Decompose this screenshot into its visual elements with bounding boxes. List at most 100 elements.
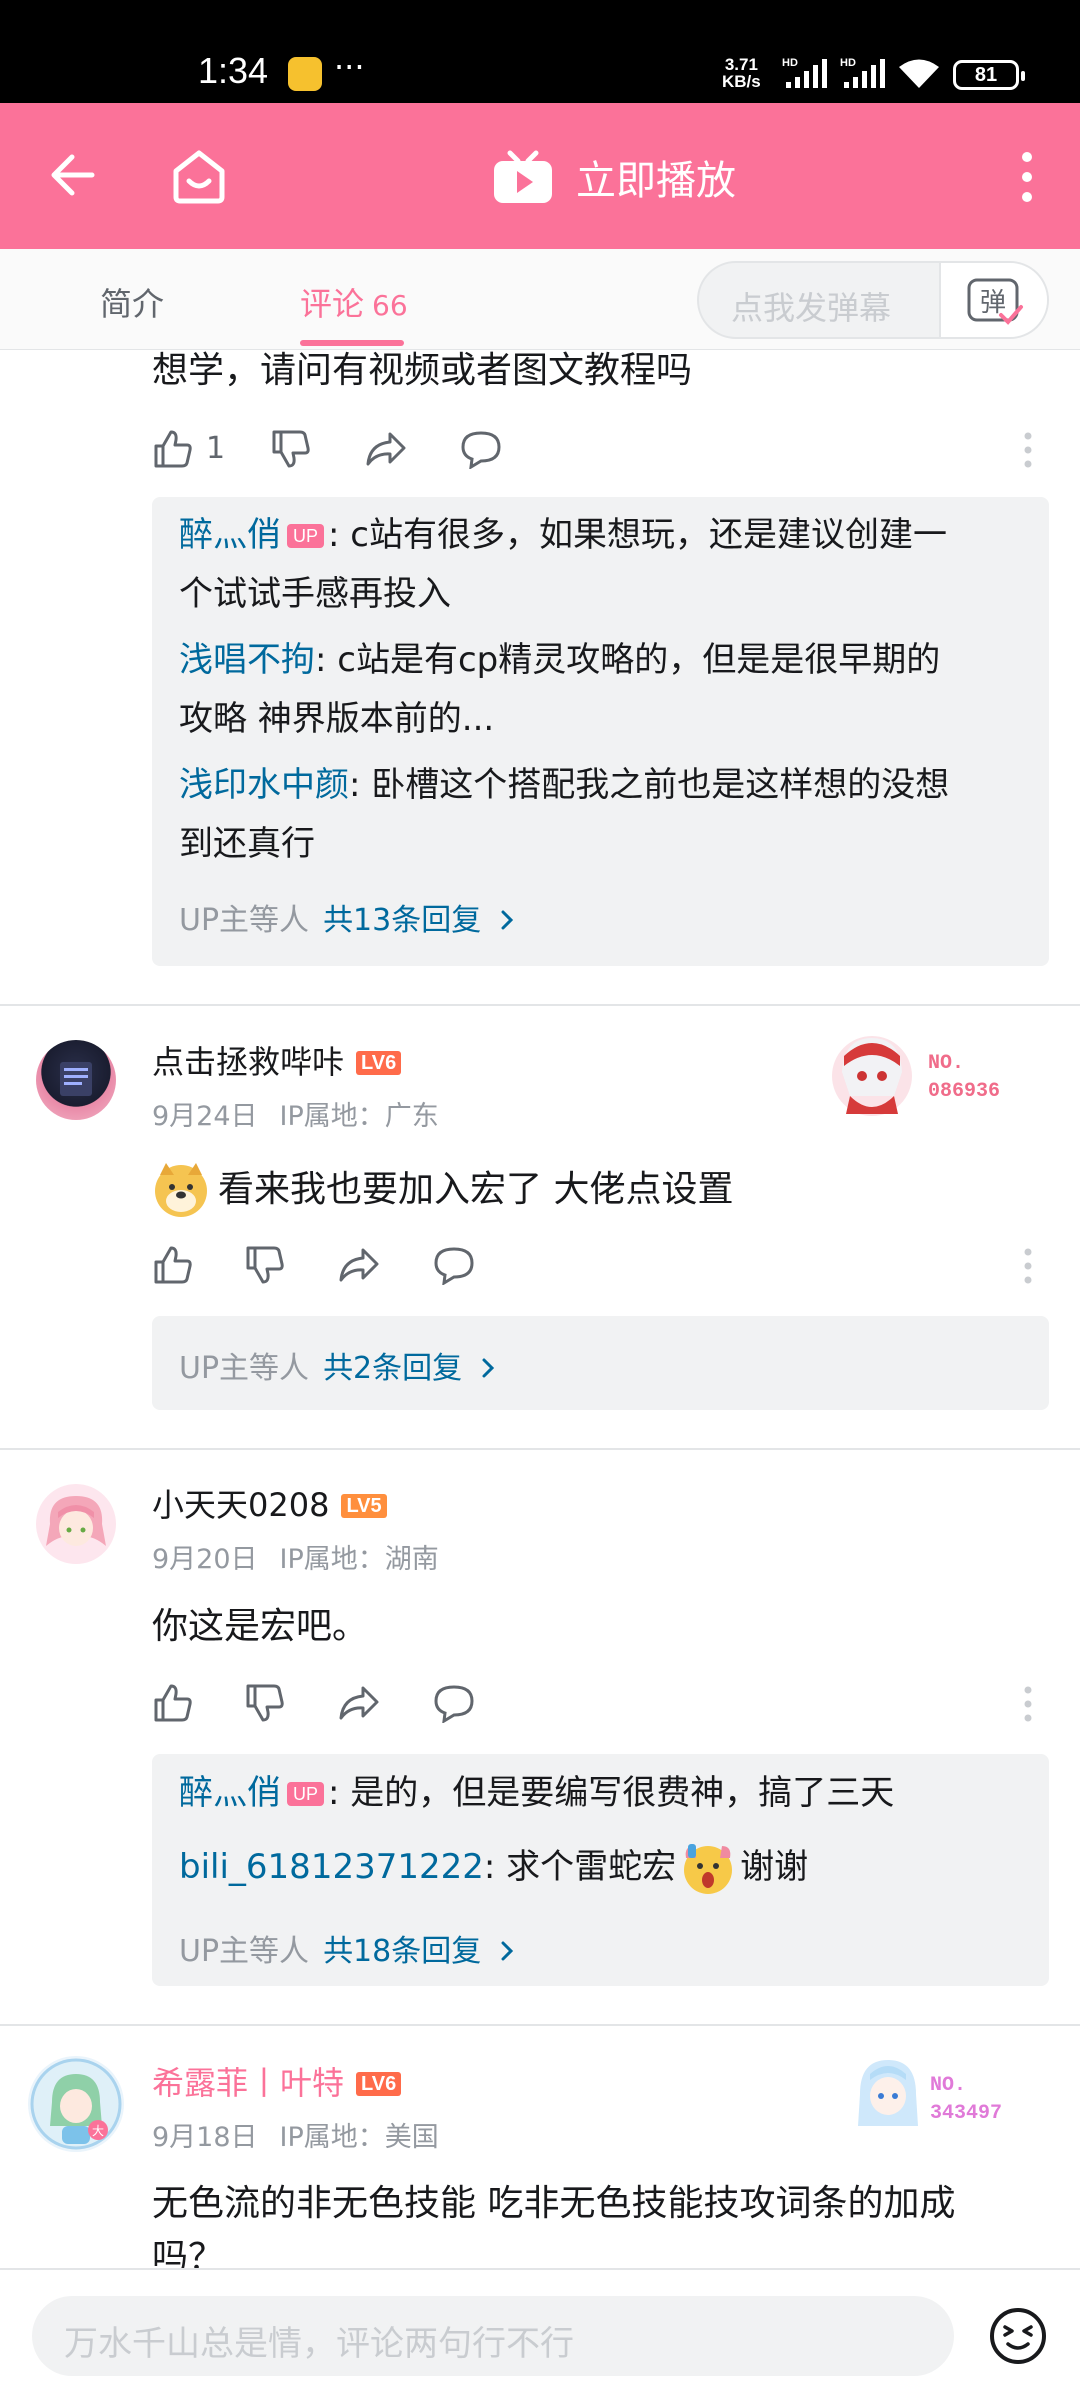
avatar-image — [46, 1496, 106, 1546]
comment-input[interactable]: 万水千山总是情，评论两句行不行 — [32, 2296, 954, 2376]
reply-footer-prefix: UP主等人 — [179, 1351, 310, 1386]
signal-icon: HD — [782, 57, 827, 88]
reply-footer[interactable]: UP主等人 共13条回复 — [179, 895, 515, 939]
comment-ip: IP属地：美国 — [279, 2122, 439, 2153]
level-badge: LV5 — [341, 1494, 387, 1518]
like-icon[interactable] — [152, 1244, 194, 1286]
reply-item[interactable]: 醉灬俏 UP: c站有很多，如果想玩，还是建议创建一 个试试手感再投入 — [179, 506, 1019, 624]
reply-item[interactable]: bili_61812371222: 求个雷蛇宏 谢谢 — [179, 1838, 1019, 1897]
signal-1-label: HD — [782, 57, 798, 69]
comment-meta: 9月24日 IP属地：广东 — [152, 1094, 439, 1133]
view-replies-link[interactable]: 共13条回复 — [323, 903, 481, 938]
avatar[interactable] — [36, 1484, 116, 1564]
fan-number-badge: NO. 086936 — [928, 1050, 1000, 1106]
reply-username[interactable]: 浅唱不拘 — [179, 640, 315, 680]
fan-number-value: 343497 — [930, 2102, 1003, 2125]
comment-divider — [0, 1004, 1080, 1006]
network-speed: 3.71 KB/s — [722, 56, 761, 90]
home-icon[interactable] — [168, 147, 230, 205]
share-icon[interactable] — [337, 1682, 381, 1724]
up-badge: UP — [287, 1782, 325, 1806]
reply-text: : 是的，但是要编写很费神，搞了三天 — [328, 1773, 895, 1813]
danmaku-icon: 弹 — [967, 278, 1023, 325]
shock-emoji — [684, 1843, 733, 1894]
avatar-image — [60, 1062, 92, 1096]
comment-username[interactable]: 小天天0208 LV5 — [152, 1480, 387, 1526]
fan-badge-image — [858, 2060, 918, 2126]
reply-preview-box[interactable]: UP主等人 共2条回复 — [152, 1316, 1049, 1410]
reply-username[interactable]: 醉灬俏 — [179, 1773, 281, 1813]
comment-content: 看来我也要加入宏了 大佬点设置 — [152, 1158, 733, 1222]
reply-footer[interactable]: UP主等人 共18条回复 — [179, 1926, 515, 1970]
tab-comments[interactable]: 评论 66 — [300, 279, 408, 325]
reply-item[interactable]: 浅印水中颜: 卧槽这个搭配我之前也是这样想的没想 到还真行 — [179, 756, 1019, 874]
comment-input-bar: 万水千山总是情，评论两句行不行 — [0, 2268, 1080, 2400]
comment-username-text: 点击拯救哔咔 — [152, 1043, 345, 1081]
comment-username[interactable]: 希露菲丨叶特 LV6 — [152, 2058, 402, 2104]
level-badge: LV6 — [356, 1051, 402, 1075]
danmaku-input[interactable]: 点我发弹幕 弹 — [697, 261, 1049, 339]
status-time: 1:34 — [198, 50, 269, 91]
comment-divider — [0, 2024, 1080, 2026]
status-bar: 1:34 ··· 3.71 KB/s HD HD 81 — [0, 0, 1080, 103]
level-badge: LV6 — [356, 2072, 402, 2096]
share-icon[interactable] — [337, 1244, 381, 1286]
comment-date: 9月20日 — [152, 1544, 258, 1575]
reply-icon[interactable] — [432, 1245, 476, 1285]
more-vertical-icon[interactable] — [1012, 149, 1042, 205]
comment-text-line1: 无色流的非无色技能 吃非无色技能技攻词条的加成 — [152, 2183, 956, 2224]
reply-text: : 卧槽这个搭配我之前也是这样想的没想 — [349, 765, 950, 805]
comment-text: 无色流的非无色技能 吃非无色技能技攻词条的加成 吗？ — [152, 2177, 1052, 2268]
comment-username-text: 希露菲丨叶特 — [152, 2064, 345, 2102]
comment-username[interactable]: 点击拯救哔咔 LV6 — [152, 1037, 402, 1083]
tab-intro[interactable]: 简介 — [100, 279, 164, 325]
arrow-left-icon[interactable] — [48, 145, 100, 205]
signal-icon-2: HD — [840, 57, 885, 88]
reply-preview-box[interactable]: 醉灬俏 UP: 是的，但是要编写很费神，搞了三天 bili_61812371222… — [152, 1754, 1049, 1986]
comment-date: 9月18日 — [152, 2122, 258, 2153]
reply-username[interactable]: 醉灬俏 — [179, 515, 281, 555]
reply-text-cont: 到还真行 — [179, 824, 315, 864]
tv-play-icon — [494, 150, 552, 203]
reply-item[interactable]: 浅唱不拘: c站是有cp精灵攻略的，但是是很早期的 攻略 神界版本前的... — [179, 631, 1019, 749]
reply-text-cont: 个试试手感再投入 — [179, 574, 451, 614]
comment-more-icon[interactable] — [1023, 1246, 1033, 1286]
view-replies-link[interactable]: 共2条回复 — [323, 1351, 462, 1386]
avatar[interactable]: 大 — [28, 2056, 124, 2152]
reply-footer[interactable]: UP主等人 共2条回复 — [179, 1343, 496, 1387]
view-replies-link[interactable]: 共18条回复 — [323, 1934, 481, 1969]
fan-badge-avatar[interactable] — [846, 2050, 930, 2134]
reply-preview-box-full[interactable]: 醉灬俏 UP: c站有很多，如果想玩，还是建议创建一 个试试手感再投入 浅唱不拘:… — [152, 497, 1049, 966]
chevron-right-icon — [482, 1358, 494, 1378]
comment-ip: IP属地：广东 — [279, 1101, 439, 1132]
fan-badge-image — [832, 1036, 912, 1116]
comment-text: 你这是宏吧。 — [152, 1606, 369, 1647]
dislike-icon[interactable] — [244, 1244, 286, 1286]
reply-username[interactable]: bili_61812371222 — [179, 1838, 484, 1897]
emoji-icon[interactable] — [988, 2306, 1048, 2366]
danmaku-toggle-button[interactable]: 弹 — [939, 263, 1047, 337]
reply-username[interactable]: 浅印水中颜 — [179, 765, 349, 805]
dislike-icon[interactable] — [244, 1682, 286, 1724]
reply-text-cont: 攻略 神界版本前的... — [179, 699, 495, 739]
play-now-button[interactable]: 立即播放 — [492, 145, 736, 209]
comment-meta: 9月18日 IP属地：美国 — [152, 2115, 439, 2154]
comment-list-continued: 醉灬俏 UP: c站有很多，如果想玩，还是建议创建一 个试试手感再投入 浅唱不拘:… — [0, 350, 1080, 2268]
reply-text-after-emoji: 谢谢 — [740, 1847, 809, 1887]
reply-icon[interactable] — [432, 1683, 476, 1723]
notification-app-icon — [288, 57, 322, 91]
video-header-bar: 立即播放 — [0, 103, 1080, 249]
fan-number-label: NO. — [930, 2074, 967, 2097]
comment-divider — [0, 1448, 1080, 1450]
danmaku-placeholder: 点我发弹幕 — [731, 289, 892, 327]
network-speed-unit: KB/s — [722, 72, 761, 91]
reply-item[interactable]: 醉灬俏 UP: 是的，但是要编写很费神，搞了三天 — [179, 1764, 1019, 1823]
comment-more-icon[interactable] — [1023, 1684, 1033, 1724]
comment-text-line2: 吗？ — [152, 2237, 225, 2268]
fan-number-value: 086936 — [928, 1080, 1001, 1103]
avatar[interactable] — [36, 1040, 116, 1120]
like-icon[interactable] — [152, 1682, 194, 1724]
fan-badge-avatar[interactable] — [824, 1026, 920, 1122]
signal-2-label: HD — [840, 57, 856, 69]
reply-text: : c站是有cp精灵攻略的，但是是很早期的 — [315, 640, 941, 680]
